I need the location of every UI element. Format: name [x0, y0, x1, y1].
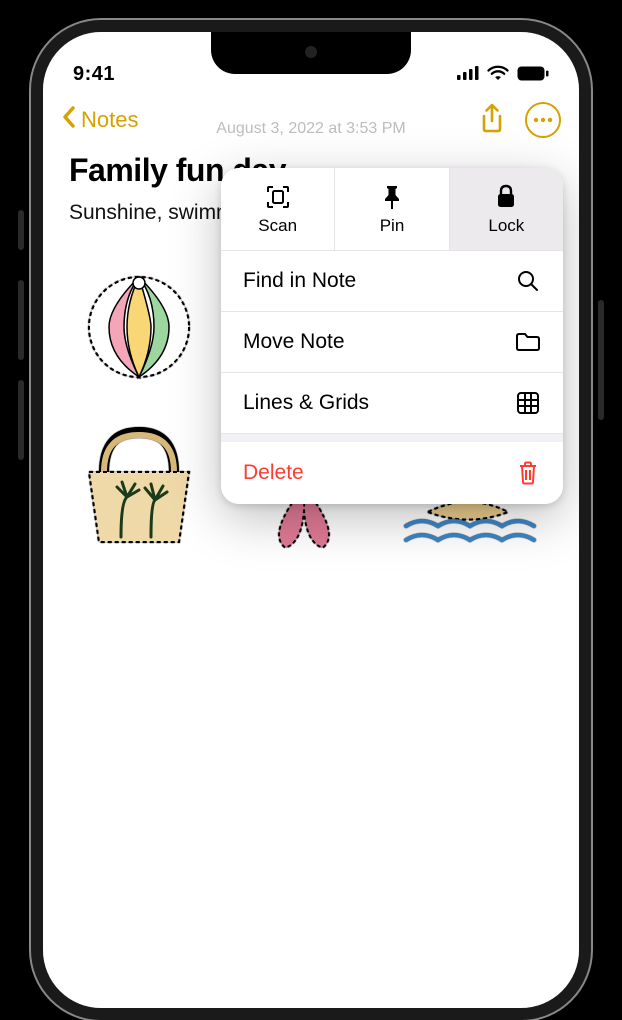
share-button[interactable]	[479, 103, 505, 138]
phone-notch	[211, 32, 411, 74]
lines-and-grids-button[interactable]: Lines & Grids	[221, 373, 563, 434]
power-button[interactable]	[598, 300, 604, 420]
folder-icon	[515, 331, 541, 353]
trash-icon	[515, 460, 541, 486]
more-button[interactable]	[525, 102, 561, 138]
back-button[interactable]: Notes	[61, 105, 138, 135]
chevron-left-icon	[61, 105, 77, 135]
move-label: Move Note	[243, 330, 345, 354]
lines-label: Lines & Grids	[243, 391, 369, 415]
cellular-signal-icon	[457, 66, 479, 85]
pin-icon	[379, 184, 405, 210]
grid-icon	[515, 391, 541, 415]
delete-label: Delete	[243, 461, 304, 485]
search-icon	[515, 269, 541, 293]
scan-label: Scan	[258, 216, 297, 236]
note-actions-popover: Scan Pin Lock Find in Note	[221, 168, 563, 504]
lock-label: Lock	[488, 216, 524, 236]
move-note-button[interactable]: Move Note	[221, 312, 563, 373]
status-time: 9:41	[73, 63, 115, 86]
volume-silent-switch[interactable]	[18, 210, 24, 250]
phone-frame: 9:41 Notes	[31, 20, 591, 1020]
volume-down-button[interactable]	[18, 380, 24, 460]
screen: 9:41 Notes	[43, 32, 579, 1008]
lock-icon	[493, 184, 519, 210]
scan-button[interactable]: Scan	[221, 168, 335, 250]
drawing-beach-ball	[69, 257, 209, 397]
popover-list: Find in Note Move Note Lines & Grids	[221, 251, 563, 504]
volume-up-button[interactable]	[18, 280, 24, 360]
scan-icon	[265, 184, 291, 210]
drawing-basket	[69, 417, 209, 557]
find-in-note-button[interactable]: Find in Note	[221, 251, 563, 312]
lock-button[interactable]: Lock	[450, 168, 563, 250]
pin-label: Pin	[380, 216, 405, 236]
status-icons	[457, 65, 549, 86]
wifi-icon	[487, 65, 509, 86]
pin-button[interactable]: Pin	[335, 168, 449, 250]
battery-icon	[517, 66, 549, 86]
popover-toolbar: Scan Pin Lock	[221, 168, 563, 251]
find-label: Find in Note	[243, 269, 356, 293]
delete-button[interactable]: Delete	[221, 434, 563, 504]
back-label: Notes	[81, 107, 138, 133]
